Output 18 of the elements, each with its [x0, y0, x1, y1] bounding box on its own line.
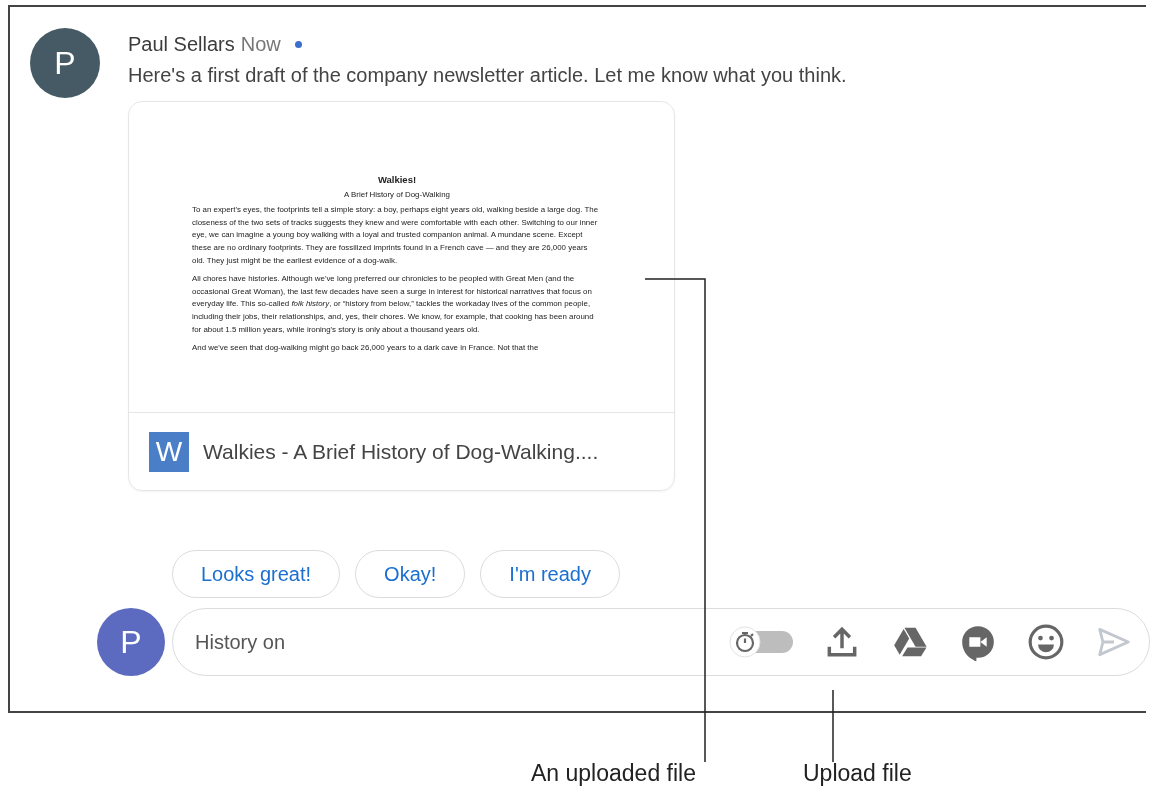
file-name: Walkies - A Brief History of Dog-Walking.... [203, 439, 599, 464]
document-title: Walkies! [376, 174, 418, 187]
video-call-icon[interactable] [959, 623, 997, 661]
callout-label: Upload file [803, 760, 912, 787]
emoji-icon[interactable] [1027, 623, 1065, 661]
smart-reply-chip[interactable]: I'm ready [480, 550, 620, 598]
callout-label: An uploaded file [531, 760, 696, 787]
smart-reply-chip[interactable]: Okay! [355, 550, 466, 598]
attachment-card[interactable] [128, 101, 675, 491]
message-input[interactable]: History on [193, 629, 729, 655]
sender-name: Paul Sellars [128, 33, 235, 56]
user-avatar: P [97, 608, 165, 676]
history-toggle[interactable] [729, 626, 793, 658]
document-file-icon: W [149, 431, 189, 472]
message-text: Here's a first draft of the company newsletter article. Let me know what you think. [128, 64, 847, 87]
sender-avatar: P [30, 28, 100, 98]
message-time: Now [240, 33, 281, 56]
smart-reply-chip[interactable]: Looks great! [172, 550, 341, 598]
